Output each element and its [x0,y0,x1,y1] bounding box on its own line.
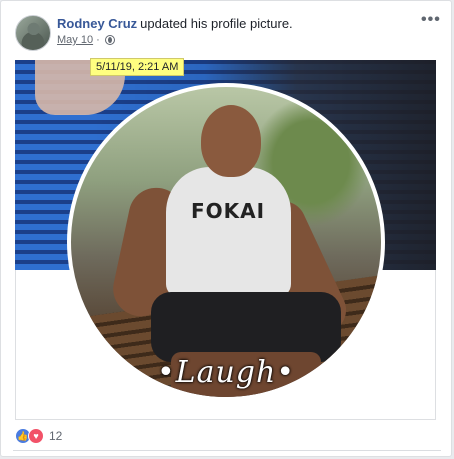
post-header: Rodney Cruz updated his profile picture. [57,16,293,31]
post-meta: May 10 · [57,34,115,46]
reactions-bar[interactable]: 👍 ♥ 12 [15,428,62,444]
divider [13,450,441,451]
post-card: Rodney Cruz updated his profile picture. … [0,0,452,457]
photo-shirt-text: FOKAI [191,199,266,223]
photo-person-body [166,167,291,297]
reaction-count[interactable]: 12 [49,429,62,443]
timestamp-tooltip: 5/11/19, 2:21 AM [90,58,185,76]
love-icon[interactable]: ♥ [28,428,44,444]
author-avatar[interactable] [15,15,51,51]
meta-separator: · [96,34,100,46]
author-name-link[interactable]: Rodney Cruz [57,16,137,31]
globe-icon [104,35,115,45]
photo-frame-text: •Laugh• [156,355,296,390]
profile-picture[interactable]: FOKAI •Laugh• [67,83,385,401]
post-action-text: updated his profile picture. [140,16,293,31]
more-options-icon[interactable]: ••• [421,11,441,29]
photo-person-head [201,105,261,177]
post-date-link[interactable]: May 10 [57,34,93,46]
